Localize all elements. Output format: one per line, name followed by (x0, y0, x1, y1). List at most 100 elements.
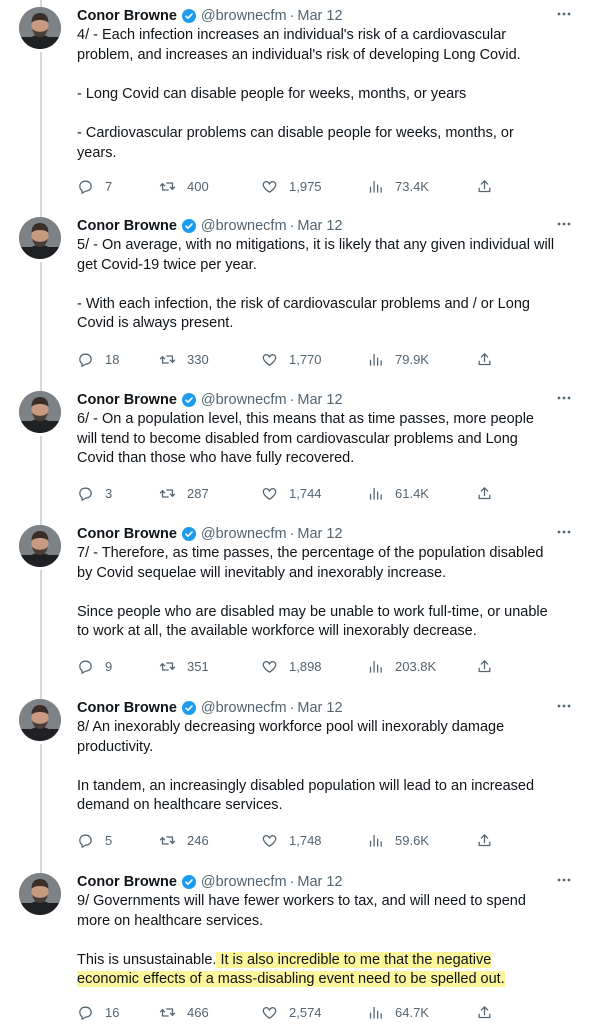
retweet-button[interactable]: 246 (159, 830, 209, 850)
views-button[interactable]: 203.8K (367, 656, 436, 676)
like-button[interactable]: 1,975 (261, 176, 322, 196)
action-bar: 7 400 1,975 73.4K (77, 176, 507, 196)
tweet-paragraph: 6/ - On a population level, this means t… (77, 411, 534, 467)
author-name[interactable]: Conor Browne (77, 698, 177, 718)
view-count: 79.9K (395, 351, 429, 367)
tweet-header: Conor Browne @brownecfm · Mar 12 (77, 524, 343, 544)
more-icon[interactable] (556, 872, 572, 888)
author-name[interactable]: Conor Browne (77, 872, 177, 892)
like-button[interactable]: 1,898 (261, 656, 322, 676)
tweet-text: 5/ - On average, with no mitigations, it… (77, 236, 557, 334)
tweet-header: Conor Browne @brownecfm · Mar 12 (77, 6, 343, 26)
tweet-text-plain: This is unsustainable. (77, 951, 217, 968)
tweet-header: Conor Browne @brownecfm · Mar 12 (77, 698, 343, 718)
avatar[interactable] (19, 391, 61, 433)
tweet[interactable]: Conor Browne @brownecfm · Mar 12 5/ - On… (0, 210, 589, 384)
author-name[interactable]: Conor Browne (77, 390, 177, 410)
separator: · (289, 700, 295, 716)
like-count: 1,898 (289, 658, 322, 674)
author-handle[interactable]: @brownecfm (201, 216, 287, 236)
avatar[interactable] (19, 7, 61, 49)
tweet-date[interactable]: Mar 12 (297, 6, 342, 26)
views-button[interactable]: 64.7K (367, 1002, 429, 1022)
reply-icon (79, 660, 92, 674)
like-button[interactable]: 2,574 (261, 1002, 322, 1022)
tweet-header: Conor Browne @brownecfm · Mar 12 (77, 216, 343, 236)
tweet-paragraph: 7/ - Therefore, as time passes, the perc… (77, 545, 544, 581)
share-button[interactable] (476, 656, 504, 676)
tweet[interactable]: Conor Browne @brownecfm · Mar 12 4/ - Ea… (0, 0, 589, 210)
views-icon (369, 180, 382, 193)
retweet-icon (159, 661, 176, 671)
share-button[interactable] (476, 830, 504, 850)
views-icon (369, 353, 382, 366)
share-button[interactable] (476, 176, 504, 196)
more-icon[interactable] (556, 216, 572, 232)
more-icon[interactable] (556, 390, 572, 406)
tweet-paragraph: 5/ - On average, with no mitigations, it… (77, 237, 555, 273)
thread-line (40, 518, 42, 525)
reply-button[interactable]: 18 (77, 349, 119, 369)
verified-badge-icon (181, 219, 196, 233)
retweet-icon (159, 354, 176, 364)
avatar[interactable] (19, 525, 61, 567)
share-icon (478, 1005, 491, 1018)
reply-button[interactable]: 7 (77, 176, 112, 196)
author-name[interactable]: Conor Browne (77, 524, 177, 544)
like-count: 2,574 (289, 1004, 322, 1020)
reply-button[interactable]: 16 (77, 1002, 119, 1022)
views-button[interactable]: 73.4K (367, 176, 429, 196)
thread-line (40, 384, 42, 391)
retweet-button[interactable]: 466 (159, 1002, 209, 1022)
share-button[interactable] (476, 349, 504, 369)
author-handle[interactable]: @brownecfm (201, 390, 287, 410)
action-bar: 18 330 1,770 79.9K (77, 349, 507, 369)
thread-line (40, 744, 42, 866)
more-icon[interactable] (556, 698, 572, 714)
avatar[interactable] (19, 873, 61, 915)
retweet-count: 351 (187, 658, 209, 674)
views-button[interactable]: 61.4K (367, 483, 429, 503)
author-handle[interactable]: @brownecfm (201, 698, 287, 718)
reply-button[interactable]: 9 (77, 656, 112, 676)
author-name[interactable]: Conor Browne (77, 216, 177, 236)
author-name[interactable]: Conor Browne (77, 6, 177, 26)
reply-button[interactable]: 3 (77, 483, 112, 503)
avatar[interactable] (19, 217, 61, 259)
more-icon[interactable] (556, 524, 572, 540)
retweet-button[interactable]: 351 (159, 656, 209, 676)
tweet-date[interactable]: Mar 12 (297, 524, 342, 544)
tweet-date[interactable]: Mar 12 (297, 872, 342, 892)
like-button[interactable]: 1,744 (261, 483, 322, 503)
share-button[interactable] (476, 483, 504, 503)
retweet-button[interactable]: 330 (159, 349, 209, 369)
tweet-date[interactable]: Mar 12 (297, 216, 342, 236)
reply-button[interactable]: 5 (77, 830, 112, 850)
retweet-count: 330 (187, 351, 209, 367)
retweet-button[interactable]: 287 (159, 483, 209, 503)
views-button[interactable]: 59.6K (367, 830, 429, 850)
more-icon[interactable] (556, 6, 572, 22)
thread-line (40, 52, 42, 210)
retweet-count: 400 (187, 178, 209, 194)
views-button[interactable]: 79.9K (367, 349, 429, 369)
tweet[interactable]: Conor Browne @brownecfm · Mar 12 6/ - On… (0, 384, 589, 518)
verified-badge-icon (181, 875, 196, 889)
share-button[interactable] (476, 1002, 504, 1022)
retweet-button[interactable]: 400 (159, 176, 209, 196)
verified-badge-icon (181, 527, 196, 541)
author-handle[interactable]: @brownecfm (201, 872, 287, 892)
tweet-paragraph: 8/ An inexorably decreasing workforce po… (77, 719, 505, 755)
tweet[interactable]: Conor Browne @brownecfm · Mar 12 9/ Gove… (0, 866, 589, 1024)
avatar[interactable] (19, 699, 61, 741)
tweet[interactable]: Conor Browne @brownecfm · Mar 12 7/ - Th… (0, 518, 589, 692)
author-handle[interactable]: @brownecfm (201, 6, 287, 26)
retweet-icon (159, 835, 176, 845)
author-handle[interactable]: @brownecfm (201, 524, 287, 544)
tweet[interactable]: Conor Browne @brownecfm · Mar 12 8/ An i… (0, 692, 589, 866)
tweet-date[interactable]: Mar 12 (297, 390, 342, 410)
thread-line (40, 262, 42, 384)
like-button[interactable]: 1,770 (261, 349, 322, 369)
like-button[interactable]: 1,748 (261, 830, 322, 850)
tweet-date[interactable]: Mar 12 (297, 698, 342, 718)
